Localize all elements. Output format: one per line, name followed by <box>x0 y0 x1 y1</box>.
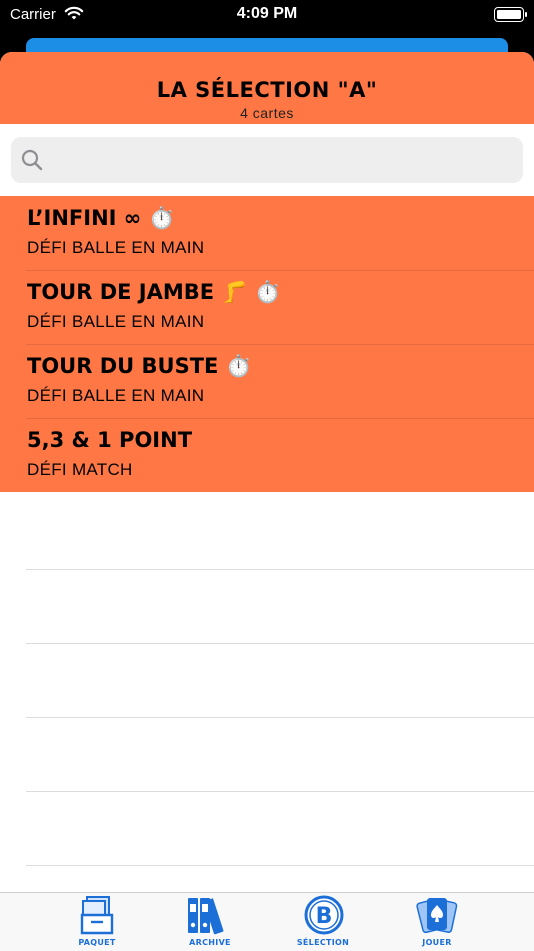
search-input[interactable] <box>53 137 513 185</box>
tab-paquet[interactable]: PAQUET <box>52 893 142 951</box>
card-title: TOUR DU BUSTE ⏱️ <box>27 354 252 378</box>
tab-label: JOUER <box>422 938 452 947</box>
list-item[interactable]: 5,3 & 1 POINT DÉFI MATCH <box>0 418 534 492</box>
tab-bar: PAQUET ARCHIVE B SÉLECTION JOUER <box>0 892 534 951</box>
binders-icon <box>188 898 224 935</box>
card-subtitle: DÉFI BALLE EN MAIN <box>27 238 205 257</box>
card-title: 5,3 & 1 POINT <box>27 428 193 452</box>
playing-cards-icon <box>416 898 458 934</box>
tab-archive[interactable]: ARCHIVE <box>165 893 255 951</box>
card-subtitle: DÉFI BALLE EN MAIN <box>27 386 205 405</box>
clock: 4:09 PM <box>236 5 298 22</box>
tab-label: ARCHIVE <box>189 938 231 947</box>
svg-text:B: B <box>316 904 333 929</box>
card-title: L’INFINI ∞ ⏱️ <box>27 206 175 230</box>
card-subtitle: DÉFI BALLE EN MAIN <box>27 312 205 331</box>
b-circle-icon: B <box>304 895 344 935</box>
list-item[interactable]: L’INFINI ∞ ⏱️ DÉFI BALLE EN MAIN <box>0 196 534 270</box>
card-count: 4 cartes <box>240 105 294 121</box>
empty-row <box>0 496 534 570</box>
battery-icon <box>494 7 527 22</box>
empty-list-rows <box>0 496 534 866</box>
empty-row <box>0 792 534 866</box>
tab-label: PAQUET <box>78 938 116 947</box>
card-title: TOUR DE JAMBE 🦵 ⏱️ <box>27 280 282 304</box>
empty-row <box>0 644 534 718</box>
box-icon <box>80 896 114 935</box>
empty-row <box>0 570 534 644</box>
list-item[interactable]: TOUR DE JAMBE 🦵 ⏱️ DÉFI BALLE EN MAIN <box>0 270 534 344</box>
empty-row <box>0 718 534 792</box>
tab-jouer[interactable]: JOUER <box>392 893 482 951</box>
card-subtitle: DÉFI MATCH <box>27 460 133 479</box>
tab-label: SÉLECTION <box>296 938 350 947</box>
search-bar[interactable] <box>11 137 523 185</box>
status-bar: Carrier 4:09 PM <box>0 0 534 30</box>
search-icon <box>21 149 43 171</box>
card-list: L’INFINI ∞ ⏱️ DÉFI BALLE EN MAIN TOUR DE… <box>0 196 534 492</box>
list-item[interactable]: TOUR DU BUSTE ⏱️ DÉFI BALLE EN MAIN <box>0 344 534 418</box>
selection-sheet: LA SÉLECTION "A" 4 cartes L’INFINI ∞ ⏱️ … <box>0 52 534 950</box>
tab-selection[interactable]: B SÉLECTION <box>278 893 368 951</box>
sheet-header: LA SÉLECTION "A" 4 cartes <box>0 52 534 124</box>
page-title: LA SÉLECTION "A" <box>156 78 378 102</box>
